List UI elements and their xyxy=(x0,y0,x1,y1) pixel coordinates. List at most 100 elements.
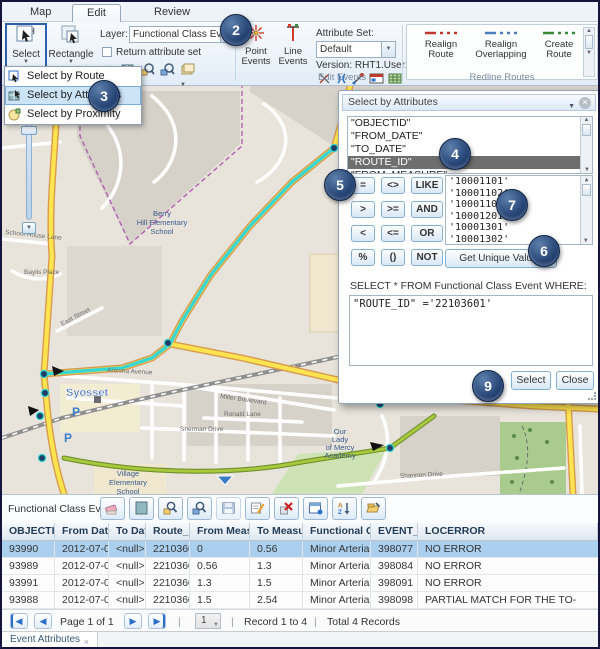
field-item[interactable]: "OBJECTID" xyxy=(348,117,592,130)
group-divider xyxy=(402,25,403,81)
col-to-measure[interactable]: To Measure xyxy=(250,523,303,540)
field-list-scrollbar[interactable]: ▲ ▼ xyxy=(580,117,592,173)
op-not-button[interactable]: NOT xyxy=(411,249,443,266)
callout-6: 6 xyxy=(528,235,560,267)
menu-item-select-by-route[interactable]: Select by Route xyxy=(5,67,141,86)
dialog-select-button[interactable]: Select xyxy=(511,371,551,390)
first-page-button[interactable]: ◀ xyxy=(10,613,28,629)
line-events-button[interactable]: LineEvents xyxy=(276,23,310,73)
zoom-slider-handle[interactable] xyxy=(21,126,37,135)
select-dropdown-arrow-icon[interactable]: ▼ xyxy=(6,60,46,65)
scroll-thumb[interactable] xyxy=(582,184,591,196)
value-item[interactable]: '10001302' xyxy=(446,234,592,246)
field-list[interactable]: "OBJECTID" "FROM_DATE" "TO_DATE" "ROUTE_… xyxy=(347,116,593,174)
dialog-close-button[interactable]: Close xyxy=(556,371,594,390)
op-greater-equal-button[interactable]: >= xyxy=(381,201,405,218)
delete-event-button[interactable] xyxy=(274,497,299,520)
callout-2: 2 xyxy=(220,14,252,46)
table-row[interactable]: 939912012-07-05<null>221036011.31.5Minor… xyxy=(2,575,598,592)
value-item[interactable]: '10001301' xyxy=(446,222,592,234)
map-zoom-slider[interactable]: ▼ xyxy=(21,110,37,235)
attribute-set-combobox[interactable]: Default ▼ xyxy=(316,41,396,58)
scroll-down-icon[interactable]: ▼ xyxy=(584,237,588,244)
point-events-label: PointEvents xyxy=(238,47,274,67)
scroll-up-icon[interactable]: ▲ xyxy=(584,117,590,123)
zoom-to-selection-button[interactable] xyxy=(158,497,183,520)
application-window: Map Edit Review Select ▼ Rectangle ▼ Lay… xyxy=(0,0,600,649)
op-like-button[interactable]: LIKE xyxy=(411,177,443,194)
pan-to-selection-button[interactable] xyxy=(187,497,212,520)
dialog-title-bar[interactable]: Select by Attributes ▼ × xyxy=(342,94,596,111)
select-by-route-icon xyxy=(8,70,21,83)
table-row[interactable]: 939902012-07-05<null>2210360100.56Minor … xyxy=(2,541,598,558)
col-locerror[interactable]: LOCERROR xyxy=(418,523,598,540)
tab-review[interactable]: Review xyxy=(140,4,204,22)
col-to-date[interactable]: To Date xyxy=(109,523,146,540)
gallery-scroll-up-icon[interactable]: ▲ xyxy=(586,28,592,34)
callout-9: 9 xyxy=(472,370,504,402)
create-route-button[interactable]: CreateRoute xyxy=(531,29,587,60)
dialog-close-icon[interactable]: × xyxy=(579,97,591,109)
map-overview-toggle-icon[interactable] xyxy=(217,476,233,485)
clear-selection-button[interactable] xyxy=(100,497,125,520)
col-functional-class[interactable]: Functional Class xyxy=(303,523,371,540)
query-textarea[interactable]: "ROUTE_ID" ='22103601' xyxy=(349,295,593,366)
return-attribute-set-checkbox[interactable] xyxy=(102,47,112,57)
col-event-id[interactable]: EVENT_ID xyxy=(371,523,418,540)
zoom-out-button[interactable]: ▼ xyxy=(22,222,36,234)
selection-options-mini-icon[interactable]: ▼ xyxy=(180,62,196,78)
op-or-button[interactable]: OR xyxy=(411,225,443,242)
next-page-button[interactable]: ▶ xyxy=(124,613,142,629)
op-parens-button[interactable]: () xyxy=(381,249,405,266)
scroll-down-icon[interactable]: ▼ xyxy=(584,167,590,173)
gallery-scrollbar[interactable]: ▲ ▼ xyxy=(583,27,595,77)
op-less-equal-button[interactable]: <= xyxy=(381,225,405,242)
attribute-window-button[interactable] xyxy=(303,497,328,520)
dialog-menu-arrow-icon[interactable]: ▼ xyxy=(568,99,575,114)
field-item[interactable]: "FROM_DATE" xyxy=(348,130,592,143)
field-item[interactable]: "FROM_MEASURE" xyxy=(348,169,592,174)
gallery-scroll-down-icon[interactable]: ▼ xyxy=(586,50,592,56)
event-attributes-tab[interactable]: Event Attributes × xyxy=(2,632,98,649)
edit-attributes-button[interactable] xyxy=(245,497,270,520)
values-list-scrollbar[interactable]: ▲ ▼ xyxy=(580,176,592,244)
create-route-icon xyxy=(542,29,576,37)
op-less-button[interactable]: < xyxy=(351,225,375,242)
op-and-button[interactable]: AND xyxy=(411,201,443,218)
table-row[interactable]: 939882012-07-05<null>221036011.52.54Mino… xyxy=(2,592,598,609)
last-page-button[interactable]: ▶ xyxy=(148,613,166,629)
page-number-select[interactable]: 1 ▼ xyxy=(195,613,221,629)
rectangle-dropdown-arrow-icon[interactable]: ▼ xyxy=(48,60,94,65)
svg-text:Academy: Academy xyxy=(324,451,356,460)
col-from-date[interactable]: From Date xyxy=(55,523,109,540)
tab-edit[interactable]: Edit xyxy=(72,4,121,22)
op-greater-button[interactable]: > xyxy=(351,201,375,218)
tab-close-icon[interactable]: × xyxy=(84,634,89,649)
tab-map[interactable]: Map xyxy=(16,4,65,22)
realign-overlapping-button[interactable]: RealignOverlapping xyxy=(473,29,529,60)
menu-item-select-by-attributes[interactable]: Select by Attributes xyxy=(5,86,141,105)
dialog-title: Select by Attributes xyxy=(348,96,438,108)
op-percent-button[interactable]: % xyxy=(351,249,375,266)
save-edits-button[interactable] xyxy=(216,497,241,520)
sort-button[interactable]: AZ xyxy=(332,497,357,520)
select-dropdown-menu: Select by Route Select by Attributes Sel… xyxy=(4,66,142,125)
dialog-resize-grip[interactable] xyxy=(588,392,596,400)
attribute-set-arrow-icon[interactable]: ▼ xyxy=(381,42,395,57)
value-item[interactable]: '10001101' xyxy=(446,176,592,188)
scroll-thumb[interactable] xyxy=(582,124,591,136)
col-from-measure[interactable]: From Measure xyxy=(190,523,250,540)
col-objectid[interactable]: OBJECTID xyxy=(2,523,55,540)
show-selected-button[interactable] xyxy=(129,497,154,520)
export-button[interactable] xyxy=(361,497,386,520)
table-row[interactable]: 939892012-07-05<null>221036010.561.3Mino… xyxy=(2,558,598,575)
parking-icon: P xyxy=(64,431,72,445)
op-not-equals-button[interactable]: <> xyxy=(381,177,405,194)
scroll-up-icon[interactable]: ▲ xyxy=(585,176,589,183)
page-count-text: Page 1 of 1 xyxy=(60,616,114,628)
realign-route-button[interactable]: RealignRoute xyxy=(413,29,469,60)
gallery-scroll-thumb[interactable] xyxy=(585,35,593,49)
col-route-id[interactable]: Route_ID xyxy=(146,523,190,540)
previous-page-button[interactable]: ◀ xyxy=(34,613,52,629)
menu-item-select-by-proximity[interactable]: Select by Proximity xyxy=(5,105,141,124)
